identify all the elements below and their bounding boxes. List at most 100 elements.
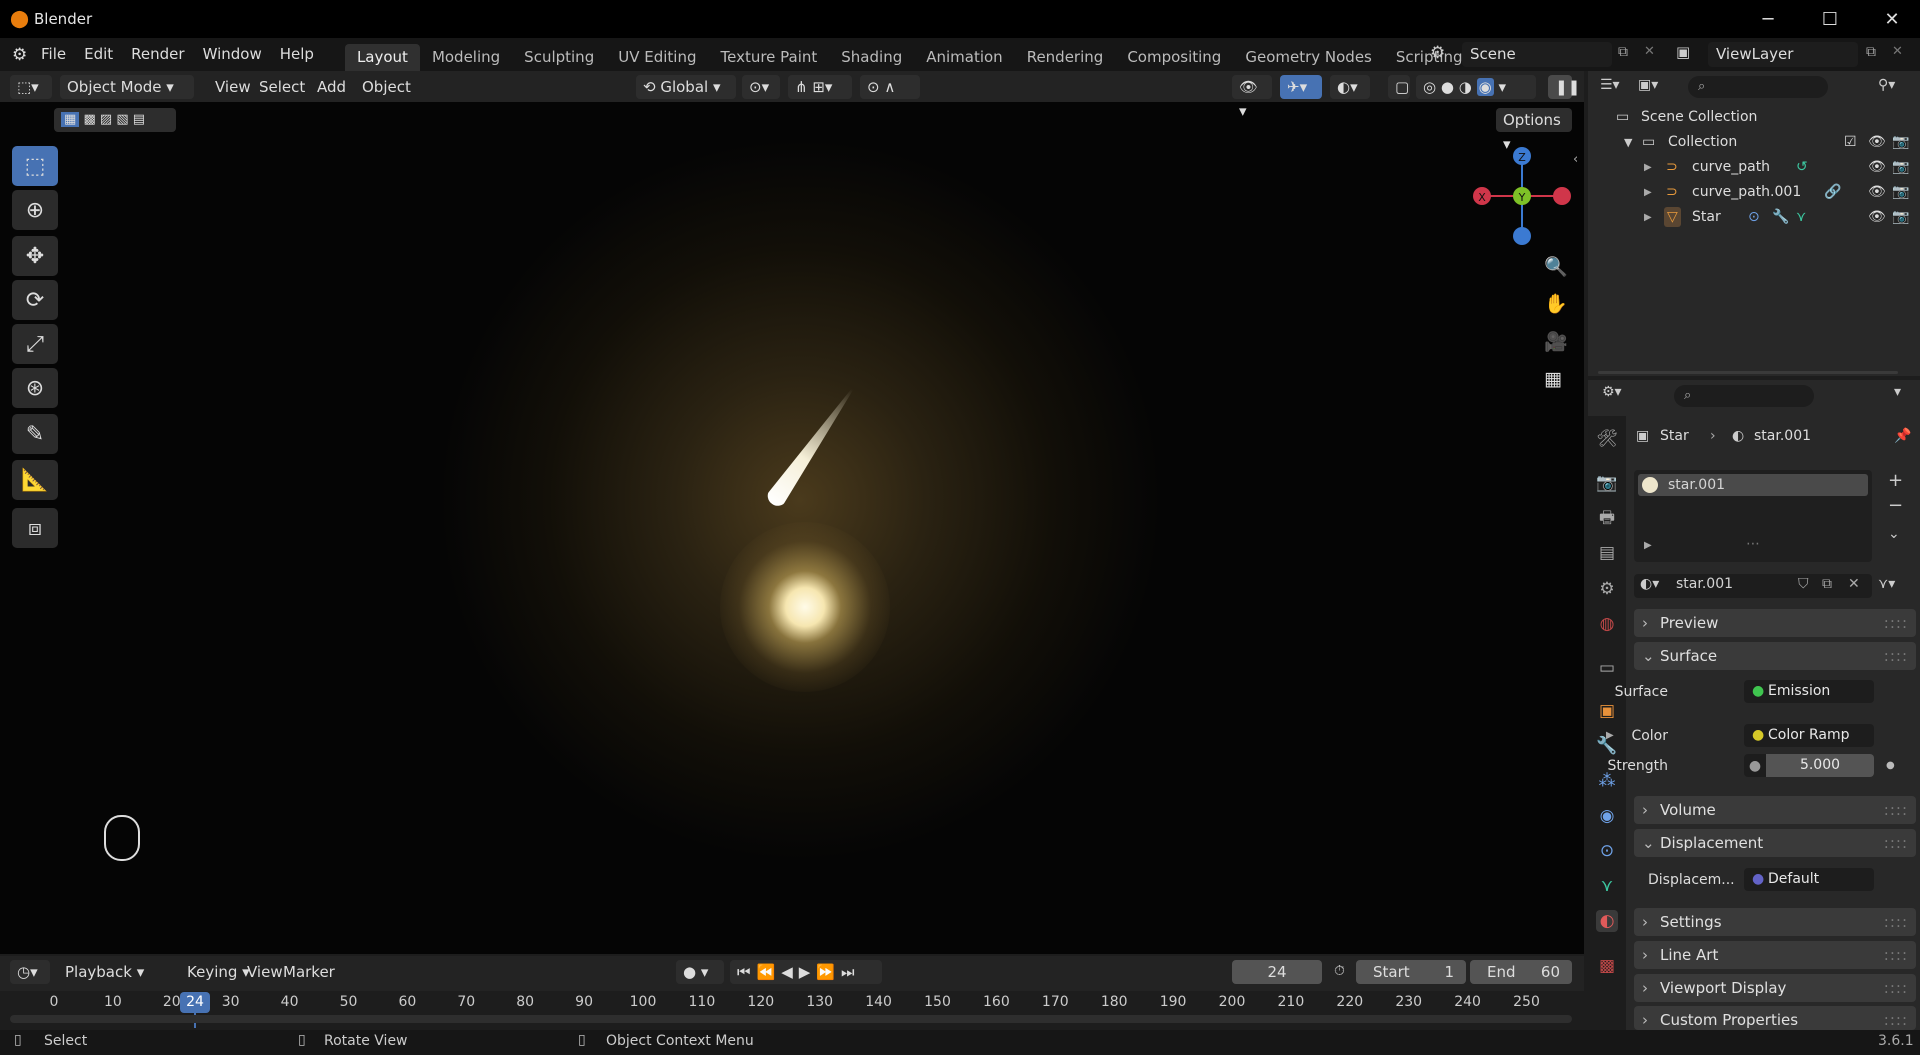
- move-tool-icon[interactable]: ✥: [12, 236, 58, 276]
- material-slot[interactable]: star.001: [1638, 474, 1868, 496]
- camera-icon[interactable]: 📷: [1892, 155, 1909, 180]
- add-cube-tool-icon[interactable]: ⧈: [12, 508, 58, 548]
- drag-grip-icon[interactable]: ::::: [1884, 974, 1908, 1002]
- delete-scene-icon[interactable]: ✕: [1644, 44, 1655, 59]
- panel-settings[interactable]: › Settings::::: [1634, 908, 1916, 936]
- xray-icon[interactable]: ▢: [1388, 75, 1410, 99]
- outliner-scene-collection[interactable]: ▭ Scene Collection: [1588, 105, 1920, 130]
- constraint-icon[interactable]: 🔗: [1824, 180, 1841, 205]
- expand-icon[interactable]: ▶: [1644, 205, 1652, 230]
- pause-render-icon[interactable]: ❚❚: [1548, 75, 1580, 99]
- drag-grip-icon[interactable]: ::::: [1884, 941, 1908, 969]
- tab-modeling[interactable]: Modeling: [420, 44, 512, 71]
- panel-displacement[interactable]: ⌄ Displacement::::: [1634, 829, 1916, 857]
- panel-viewport-display[interactable]: › Viewport Display::::: [1634, 974, 1916, 1002]
- tab-sculpting[interactable]: Sculpting: [512, 44, 606, 71]
- filter-icon[interactable]: ⚲▾: [1878, 77, 1895, 93]
- menu-view[interactable]: View: [208, 75, 258, 99]
- play-icon[interactable]: ▶: [799, 963, 817, 981]
- navigation-gizmo[interactable]: Z X Y: [1465, 140, 1585, 260]
- curve-data-icon[interactable]: ↺: [1796, 155, 1808, 180]
- drag-grip-icon[interactable]: ::::: [1884, 908, 1908, 936]
- tab-compositing[interactable]: Compositing: [1115, 44, 1233, 71]
- marker-menu[interactable]: Marker: [276, 960, 342, 984]
- playhead[interactable]: 24: [180, 992, 210, 1013]
- tab-rendering[interactable]: Rendering: [1015, 44, 1116, 71]
- new-scene-icon[interactable]: ⧉: [1618, 44, 1628, 60]
- display-mode-icon[interactable]: ▣▾: [1638, 77, 1658, 93]
- remove-slot-icon[interactable]: −: [1888, 495, 1903, 516]
- drag-grip-icon[interactable]: ::::: [1884, 829, 1908, 857]
- shading-mode-group[interactable]: ◎ ● ◑ ◉ ▾: [1416, 75, 1536, 99]
- view-layer-icon[interactable]: ▣: [1676, 43, 1690, 61]
- outliner-item-curve-path-001[interactable]: ▶ ⊃ curve_path.001 🔗 👁 📷: [1588, 180, 1920, 205]
- collection-checkbox[interactable]: ☑: [1844, 130, 1857, 155]
- proportional-edit-icon[interactable]: ⊙ ∧: [860, 75, 920, 99]
- tab-texture-paint[interactable]: Texture Paint: [708, 44, 829, 71]
- auto-key-icon[interactable]: ● ▾: [676, 960, 724, 984]
- outliner-search-input[interactable]: ⌕: [1688, 76, 1828, 98]
- surface-shader-button[interactable]: ● Emission: [1744, 680, 1874, 703]
- select-invert-icon[interactable]: ▧: [116, 112, 128, 127]
- transform-orientation-dropdown[interactable]: ⟲ Global ▾: [636, 75, 736, 99]
- tab-geometry-nodes[interactable]: Geometry Nodes: [1233, 44, 1384, 71]
- maximize-button[interactable]: ☐: [1802, 0, 1858, 38]
- unlink-material-icon[interactable]: ✕: [1848, 576, 1860, 592]
- wireframe-icon[interactable]: ◎: [1423, 78, 1436, 96]
- expand-icon[interactable]: ▶: [1644, 155, 1652, 180]
- select-mode-group[interactable]: ▦ ▩ ▨ ▧ ▤: [54, 108, 176, 132]
- collection-eye-icon[interactable]: 👁: [1868, 130, 1886, 155]
- tab-animation[interactable]: Animation: [914, 44, 1014, 71]
- strength-socket-icon[interactable]: ●: [1744, 754, 1766, 777]
- jump-end-icon[interactable]: ⏭: [841, 963, 861, 981]
- panel-custom-properties[interactable]: › Custom Properties::::: [1634, 1006, 1916, 1030]
- tab-uv-editing[interactable]: UV Editing: [606, 44, 708, 71]
- measure-tool-icon[interactable]: 📐: [12, 460, 58, 500]
- gizmo-neg-x-axis[interactable]: [1553, 187, 1571, 205]
- end-frame-field[interactable]: End 60: [1470, 960, 1572, 984]
- camera-icon[interactable]: 📷: [1892, 205, 1909, 230]
- fake-user-icon[interactable]: ⛉: [1798, 576, 1809, 592]
- shading-options-icon[interactable]: ▾: [1499, 78, 1507, 96]
- menu-add[interactable]: Add: [310, 75, 353, 99]
- delete-view-layer-icon[interactable]: ✕: [1892, 44, 1903, 59]
- drag-grip-icon[interactable]: ::::: [1884, 796, 1908, 824]
- scene-tab-icon[interactable]: ⚙: [1596, 578, 1618, 600]
- add-slot-icon[interactable]: +: [1888, 470, 1903, 491]
- keyframe-dot-icon[interactable]: ●: [1886, 754, 1895, 778]
- view-layer-tab-icon[interactable]: ▤: [1596, 542, 1618, 564]
- duplicate-material-icon[interactable]: ⧉: [1822, 576, 1832, 592]
- drag-grip-icon[interactable]: ::::: [1884, 642, 1908, 670]
- collection-camera-icon[interactable]: 📷: [1892, 130, 1909, 155]
- physics-tab-icon[interactable]: ◉: [1596, 805, 1618, 827]
- camera-view-icon[interactable]: 🎥: [1544, 330, 1568, 353]
- 3d-viewport[interactable]: [0, 102, 1584, 954]
- mesh-data-icon[interactable]: ⋎: [1796, 205, 1806, 230]
- color-input-button[interactable]: ● Color Ramp: [1744, 724, 1874, 747]
- overlay-icon[interactable]: ◐▾: [1330, 75, 1370, 99]
- material-slot-list[interactable]: star.001 ▶ ⋯: [1634, 470, 1872, 562]
- data-tab-icon[interactable]: ⋎: [1596, 875, 1618, 897]
- menu-edit[interactable]: Edit: [75, 38, 122, 71]
- modifier-icon[interactable]: 🔧: [1772, 205, 1789, 230]
- expand-icon[interactable]: ▶: [1644, 180, 1652, 205]
- ortho-grid-icon[interactable]: ▦: [1544, 368, 1562, 390]
- outliner-item-curve-path[interactable]: ▶ ⊃ curve_path ↺ 👁 📷: [1588, 155, 1920, 180]
- editor-type-icon[interactable]: ⬚▾: [10, 75, 52, 99]
- eye-icon[interactable]: 👁: [1868, 155, 1886, 180]
- camera-icon[interactable]: 📷: [1892, 180, 1909, 205]
- select-box-tool-icon[interactable]: ⬚: [12, 146, 58, 186]
- stopwatch-icon[interactable]: ⏱: [1334, 963, 1345, 979]
- menu-help[interactable]: Help: [271, 38, 323, 71]
- menu-window[interactable]: Window: [194, 38, 271, 71]
- slot-expand-icon[interactable]: ▶: [1644, 540, 1652, 551]
- eye-icon[interactable]: 👁: [1868, 180, 1886, 205]
- new-view-layer-icon[interactable]: ⧉: [1866, 44, 1876, 60]
- scene-icon[interactable]: ⚙: [1430, 43, 1445, 63]
- panel-volume[interactable]: › Volume::::: [1634, 796, 1916, 824]
- displacement-input-button[interactable]: ● Default: [1744, 868, 1874, 891]
- minimize-button[interactable]: ─: [1740, 0, 1796, 38]
- material-filter-icon[interactable]: ⋎▾: [1878, 576, 1895, 592]
- start-frame-field[interactable]: Start 1: [1356, 960, 1466, 984]
- collapse-sidebar-icon[interactable]: ‹: [1573, 152, 1578, 167]
